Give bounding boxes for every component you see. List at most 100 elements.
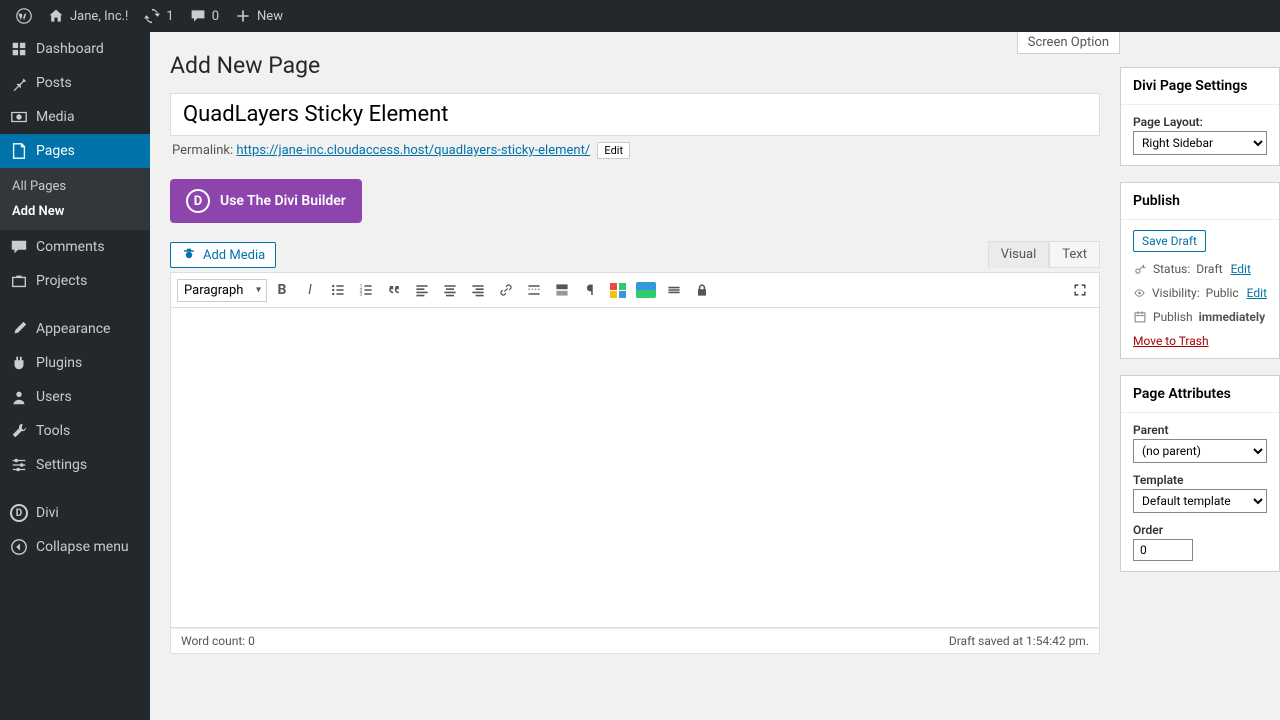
publish-value: immediately (1199, 310, 1266, 324)
media-icon (10, 108, 28, 126)
sidebar-item-projects[interactable]: Projects (0, 264, 150, 298)
insert-divider-button[interactable] (661, 277, 687, 303)
updates-link[interactable]: 1 (136, 8, 181, 24)
sidebar-item-users[interactable]: Users (0, 380, 150, 414)
editor-mode-tabs: Visual Text (988, 241, 1100, 268)
comment-icon (10, 238, 28, 256)
main-content: Screen Option Add New Page Permalink: ht… (150, 32, 1120, 720)
move-to-trash-link[interactable]: Move to Trash (1133, 334, 1267, 348)
menu-label: Projects (36, 273, 87, 289)
sidebar-item-media[interactable]: Media (0, 100, 150, 134)
ul-icon (330, 282, 346, 298)
bullet-list-button[interactable] (325, 277, 351, 303)
wordpress-icon (16, 8, 32, 24)
permalink-label: Permalink: (172, 143, 233, 158)
align-right-button[interactable] (465, 277, 491, 303)
divi-settings-panel: Divi Page Settings Page Layout: Right Si… (1120, 67, 1280, 166)
read-more-button[interactable] (521, 277, 547, 303)
tab-text[interactable]: Text (1049, 241, 1100, 268)
color-squares-button[interactable] (605, 277, 631, 303)
toolbar-toggle-button[interactable] (549, 277, 575, 303)
italic-button[interactable]: I (297, 277, 323, 303)
divi-button-label: Use The Divi Builder (220, 193, 346, 209)
link-icon (498, 282, 514, 298)
updates-count: 1 (166, 9, 173, 24)
sidebar-item-tools[interactable]: Tools (0, 414, 150, 448)
site-name-link[interactable]: Jane, Inc.! (40, 8, 136, 24)
pages-submenu: All Pages Add New (0, 168, 150, 230)
edit-status-link[interactable]: Edit (1231, 262, 1251, 276)
template-select[interactable]: Default template (1133, 489, 1267, 513)
edit-visibility-link[interactable]: Edit (1247, 286, 1267, 300)
sidebar-item-dashboard[interactable]: Dashboard (0, 32, 150, 66)
submenu-all-pages[interactable]: All Pages (0, 174, 150, 199)
lock-button[interactable] (689, 277, 715, 303)
sidebar-item-plugins[interactable]: Plugins (0, 346, 150, 380)
save-draft-button[interactable]: Save Draft (1133, 230, 1206, 252)
comments-link[interactable]: 0 (182, 8, 227, 24)
blockquote-button[interactable] (381, 277, 407, 303)
align-center-button[interactable] (437, 277, 463, 303)
page-attributes-panel: Page Attributes Parent (no parent) Templ… (1120, 375, 1280, 572)
order-input[interactable] (1133, 539, 1193, 561)
sidebar-item-pages[interactable]: Pages (0, 134, 150, 168)
editor-content-area[interactable] (170, 308, 1100, 628)
fullscreen-button[interactable] (1067, 277, 1093, 303)
more-icon (526, 282, 542, 298)
page-layout-label: Page Layout: (1133, 115, 1267, 129)
dashboard-icon (10, 40, 28, 58)
pin-icon (10, 74, 28, 92)
status-label: Status: (1153, 262, 1190, 276)
align-left-button[interactable] (409, 277, 435, 303)
align-center-icon (442, 282, 458, 298)
wrench-icon (10, 422, 28, 440)
use-divi-builder-button[interactable]: D Use The Divi Builder (170, 179, 362, 223)
screen-options-tab[interactable]: Screen Option (1017, 32, 1120, 54)
sidebar-item-posts[interactable]: Posts (0, 66, 150, 100)
parent-select[interactable]: (no parent) (1133, 439, 1267, 463)
divider-icon (666, 282, 682, 298)
panel-title: Divi Page Settings (1121, 68, 1279, 105)
status-row: Status: Draft Edit (1133, 262, 1267, 276)
panel-title: Publish (1121, 183, 1279, 220)
menu-label: Users (36, 389, 72, 405)
align-right-icon (470, 282, 486, 298)
new-content-link[interactable]: New (227, 8, 291, 24)
sidebar-item-settings[interactable]: Settings (0, 448, 150, 482)
status-value: Draft (1196, 262, 1222, 276)
divi-icon: D (10, 504, 28, 522)
quote-icon (386, 282, 402, 298)
ol-icon: 123 (358, 282, 374, 298)
edit-permalink-button[interactable]: Edit (597, 142, 630, 159)
sidebar-item-comments[interactable]: Comments (0, 230, 150, 264)
divi-icon: D (186, 189, 210, 213)
number-list-button[interactable]: 123 (353, 277, 379, 303)
menu-label: Appearance (36, 321, 110, 337)
highlight-button[interactable] (633, 277, 659, 303)
format-select[interactable]: Paragraph (177, 279, 267, 302)
permalink-row: Permalink: https://jane-inc.cloudaccess.… (170, 136, 1100, 169)
sidebar-collapse[interactable]: Collapse menu (0, 530, 150, 564)
sidebar-item-divi[interactable]: DDivi (0, 496, 150, 530)
right-sidebar: Divi Page Settings Page Layout: Right Si… (1120, 32, 1280, 720)
submenu-add-new[interactable]: Add New (0, 199, 150, 224)
template-label: Template (1133, 473, 1267, 487)
sidebar-item-appearance[interactable]: Appearance (0, 312, 150, 346)
link-button[interactable] (493, 277, 519, 303)
collapse-icon (10, 538, 28, 556)
permalink-url[interactable]: https://jane-inc.cloudaccess.host/quadla… (236, 143, 590, 158)
paragraph-toggle-button[interactable]: ¶ (577, 277, 603, 303)
bold-button[interactable]: B (269, 277, 295, 303)
align-left-icon (414, 282, 430, 298)
parent-label: Parent (1133, 423, 1267, 437)
svg-text:3: 3 (360, 292, 363, 298)
add-media-button[interactable]: Add Media (170, 242, 276, 268)
menu-label: Comments (36, 239, 105, 255)
tab-visual[interactable]: Visual (988, 241, 1050, 268)
menu-label: Plugins (36, 355, 82, 371)
user-icon (10, 388, 28, 406)
wp-logo[interactable] (8, 8, 40, 24)
page-layout-select[interactable]: Right Sidebar (1133, 131, 1267, 155)
page-title-input[interactable] (170, 93, 1100, 136)
publish-date-row: Publish immediately (1133, 310, 1267, 324)
